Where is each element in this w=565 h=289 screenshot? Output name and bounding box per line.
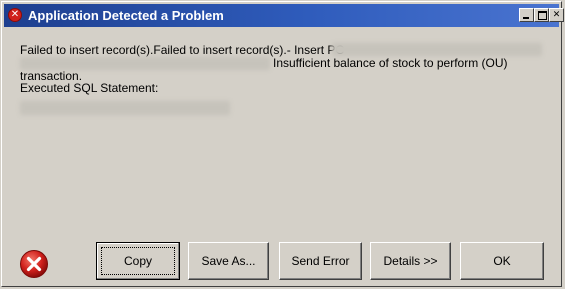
error-badge-icon: ✕ — [8, 8, 22, 22]
error-icon — [20, 250, 48, 278]
error-dialog-window: ✕ Application Detected a Problem ✕ Faile… — [1, 1, 564, 287]
message-line-2: Insufficient balance of stock to perform… — [273, 56, 508, 70]
close-button[interactable]: ✕ — [549, 8, 564, 22]
minimize-icon — [523, 17, 529, 19]
title-bar[interactable]: ✕ Application Detected a Problem ✕ — [4, 4, 564, 27]
ok-button[interactable]: OK — [460, 242, 544, 280]
send-error-button-label: Send Error — [291, 254, 350, 268]
message-line-1: Failed to insert record(s).Failed to ins… — [20, 43, 345, 57]
details-button[interactable]: Details >> — [370, 242, 451, 280]
save-as-button-label: Save As... — [201, 254, 256, 268]
close-icon: ✕ — [552, 10, 561, 20]
focus-rectangle — [101, 247, 175, 275]
redacted-text — [332, 43, 542, 56]
maximize-icon — [538, 11, 547, 20]
window-title: Application Detected a Problem — [28, 8, 224, 23]
redacted-sql-statement — [20, 101, 230, 115]
save-as-button[interactable]: Save As... — [188, 242, 269, 280]
copy-button[interactable]: Copy — [96, 242, 180, 280]
minimize-button[interactable] — [519, 8, 534, 22]
details-button-label: Details >> — [383, 254, 438, 268]
message-line-4: Executed SQL Statement: — [20, 81, 159, 95]
ok-button-label: OK — [493, 254, 511, 268]
maximize-button[interactable] — [534, 8, 549, 22]
send-error-button[interactable]: Send Error — [279, 242, 362, 280]
